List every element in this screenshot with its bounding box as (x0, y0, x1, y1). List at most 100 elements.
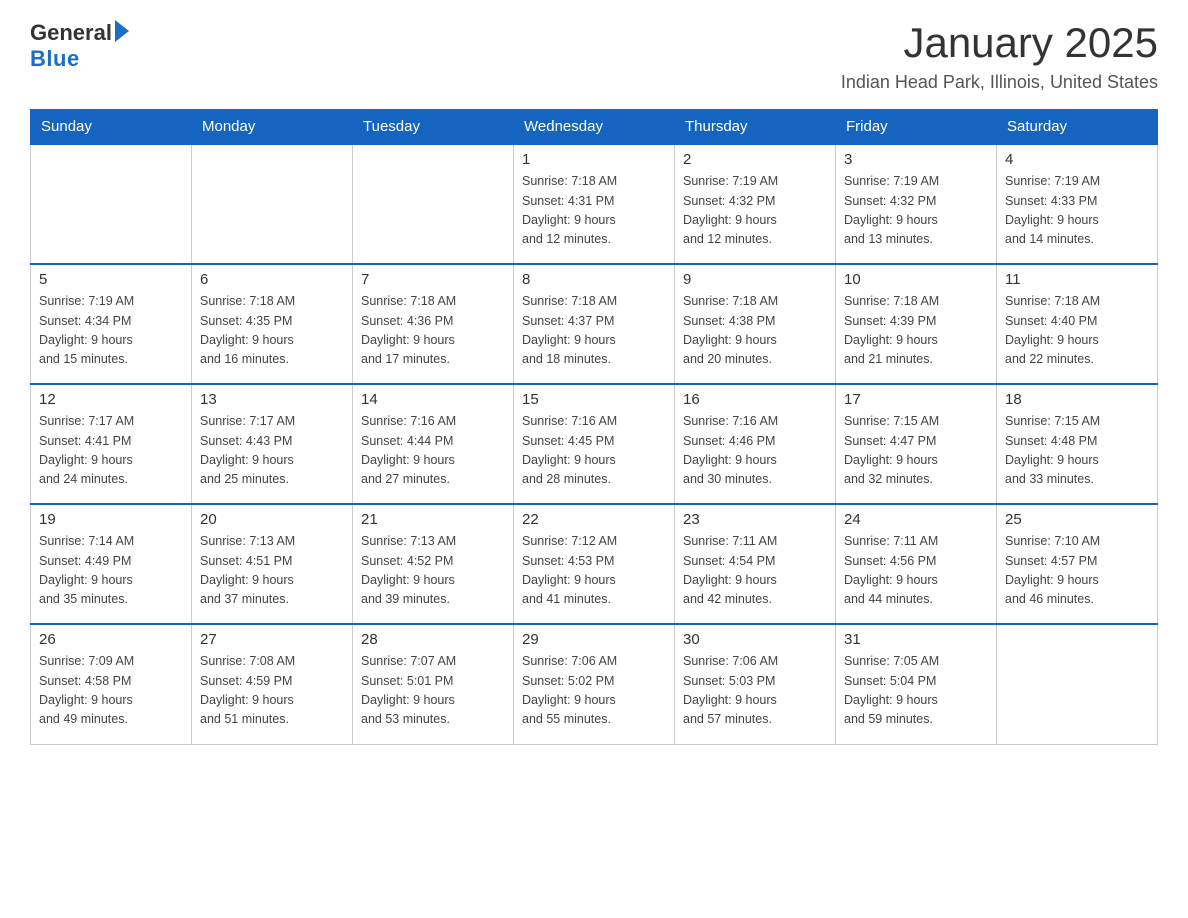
day-info: Sunrise: 7:11 AMSunset: 4:54 PMDaylight:… (683, 532, 827, 610)
day-number: 8 (522, 271, 666, 288)
day-number: 3 (844, 151, 988, 168)
day-info: Sunrise: 7:19 AMSunset: 4:33 PMDaylight:… (1005, 172, 1149, 250)
day-number: 5 (39, 271, 183, 288)
day-number: 28 (361, 631, 505, 648)
calendar-cell: 15 Sunrise: 7:16 AMSunset: 4:45 PMDayligh… (514, 384, 675, 504)
location-title: Indian Head Park, Illinois, United State… (841, 72, 1158, 93)
calendar-header-sunday: Sunday (31, 110, 192, 145)
calendar-header-wednesday: Wednesday (514, 110, 675, 145)
calendar-cell: 29 Sunrise: 7:06 AMSunset: 5:02 PMDayligh… (514, 624, 675, 744)
calendar-cell: 25 Sunrise: 7:10 AMSunset: 4:57 PMDayligh… (997, 504, 1158, 624)
logo-general: General (30, 20, 112, 46)
day-number: 15 (522, 391, 666, 408)
calendar-cell: 13 Sunrise: 7:17 AMSunset: 4:43 PMDayligh… (192, 384, 353, 504)
calendar-cell: 23 Sunrise: 7:11 AMSunset: 4:54 PMDayligh… (675, 504, 836, 624)
day-number: 21 (361, 511, 505, 528)
calendar-week-row: 19 Sunrise: 7:14 AMSunset: 4:49 PMDayligh… (31, 504, 1158, 624)
day-number: 17 (844, 391, 988, 408)
calendar-table: SundayMondayTuesdayWednesdayThursdayFrid… (30, 109, 1158, 745)
day-info: Sunrise: 7:17 AMSunset: 4:43 PMDaylight:… (200, 412, 344, 490)
calendar-cell: 7 Sunrise: 7:18 AMSunset: 4:36 PMDaylight… (353, 264, 514, 384)
page-header: General Blue January 2025 Indian Head Pa… (30, 20, 1158, 93)
calendar-cell (353, 144, 514, 264)
day-info: Sunrise: 7:16 AMSunset: 4:44 PMDaylight:… (361, 412, 505, 490)
day-number: 10 (844, 271, 988, 288)
day-number: 26 (39, 631, 183, 648)
day-number: 24 (844, 511, 988, 528)
calendar-cell: 26 Sunrise: 7:09 AMSunset: 4:58 PMDayligh… (31, 624, 192, 744)
day-info: Sunrise: 7:15 AMSunset: 4:48 PMDaylight:… (1005, 412, 1149, 490)
calendar-cell: 24 Sunrise: 7:11 AMSunset: 4:56 PMDayligh… (836, 504, 997, 624)
day-info: Sunrise: 7:14 AMSunset: 4:49 PMDaylight:… (39, 532, 183, 610)
calendar-header-thursday: Thursday (675, 110, 836, 145)
calendar-header-monday: Monday (192, 110, 353, 145)
calendar-cell: 27 Sunrise: 7:08 AMSunset: 4:59 PMDayligh… (192, 624, 353, 744)
day-info: Sunrise: 7:19 AMSunset: 4:32 PMDaylight:… (844, 172, 988, 250)
calendar-week-row: 12 Sunrise: 7:17 AMSunset: 4:41 PMDayligh… (31, 384, 1158, 504)
day-number: 13 (200, 391, 344, 408)
calendar-cell: 1 Sunrise: 7:18 AMSunset: 4:31 PMDaylight… (514, 144, 675, 264)
logo-blue: Blue (30, 46, 80, 72)
month-title: January 2025 (841, 20, 1158, 66)
calendar-cell: 30Sunrise: 7:06 AMSunset: 5:03 PMDayligh… (675, 624, 836, 744)
calendar-cell: 17 Sunrise: 7:15 AMSunset: 4:47 PMDayligh… (836, 384, 997, 504)
day-number: 2 (683, 151, 827, 168)
calendar-week-row: 26 Sunrise: 7:09 AMSunset: 4:58 PMDayligh… (31, 624, 1158, 744)
calendar-cell: 14 Sunrise: 7:16 AMSunset: 4:44 PMDayligh… (353, 384, 514, 504)
calendar-cell: 2 Sunrise: 7:19 AMSunset: 4:32 PMDaylight… (675, 144, 836, 264)
calendar-header-saturday: Saturday (997, 110, 1158, 145)
day-info: Sunrise: 7:06 AMSunset: 5:03 PMDaylight:… (683, 652, 827, 730)
day-number: 29 (522, 631, 666, 648)
day-info: Sunrise: 7:18 AMSunset: 4:36 PMDaylight:… (361, 292, 505, 370)
day-number: 25 (1005, 511, 1149, 528)
day-number: 19 (39, 511, 183, 528)
logo-triangle-icon (115, 20, 129, 42)
calendar-cell: 4Sunrise: 7:19 AMSunset: 4:33 PMDaylight… (997, 144, 1158, 264)
day-info: Sunrise: 7:17 AMSunset: 4:41 PMDaylight:… (39, 412, 183, 490)
day-info: Sunrise: 7:16 AMSunset: 4:45 PMDaylight:… (522, 412, 666, 490)
day-number: 14 (361, 391, 505, 408)
calendar-cell: 3 Sunrise: 7:19 AMSunset: 4:32 PMDaylight… (836, 144, 997, 264)
day-info: Sunrise: 7:18 AMSunset: 4:35 PMDaylight:… (200, 292, 344, 370)
day-number: 12 (39, 391, 183, 408)
day-info: Sunrise: 7:18 AMSunset: 4:37 PMDaylight:… (522, 292, 666, 370)
calendar-cell: 18 Sunrise: 7:15 AMSunset: 4:48 PMDayligh… (997, 384, 1158, 504)
day-number: 6 (200, 271, 344, 288)
day-number: 27 (200, 631, 344, 648)
calendar-cell: 19 Sunrise: 7:14 AMSunset: 4:49 PMDayligh… (31, 504, 192, 624)
day-info: Sunrise: 7:08 AMSunset: 4:59 PMDaylight:… (200, 652, 344, 730)
logo: General Blue (30, 20, 129, 72)
day-info: Sunrise: 7:16 AMSunset: 4:46 PMDaylight:… (683, 412, 827, 490)
day-info: Sunrise: 7:06 AMSunset: 5:02 PMDaylight:… (522, 652, 666, 730)
day-info: Sunrise: 7:19 AMSunset: 4:32 PMDaylight:… (683, 172, 827, 250)
calendar-cell: 11Sunrise: 7:18 AMSunset: 4:40 PMDayligh… (997, 264, 1158, 384)
calendar-week-row: 1 Sunrise: 7:18 AMSunset: 4:31 PMDaylight… (31, 144, 1158, 264)
calendar-cell: 31 Sunrise: 7:05 AMSunset: 5:04 PMDayligh… (836, 624, 997, 744)
day-info: Sunrise: 7:11 AMSunset: 4:56 PMDaylight:… (844, 532, 988, 610)
day-number: 7 (361, 271, 505, 288)
day-info: Sunrise: 7:18 AMSunset: 4:39 PMDaylight:… (844, 292, 988, 370)
day-info: Sunrise: 7:19 AMSunset: 4:34 PMDaylight:… (39, 292, 183, 370)
calendar-cell: 9 Sunrise: 7:18 AMSunset: 4:38 PMDaylight… (675, 264, 836, 384)
calendar-week-row: 5 Sunrise: 7:19 AMSunset: 4:34 PMDaylight… (31, 264, 1158, 384)
day-info: Sunrise: 7:18 AMSunset: 4:31 PMDaylight:… (522, 172, 666, 250)
day-number: 1 (522, 151, 666, 168)
day-number: 23 (683, 511, 827, 528)
calendar-cell: 10 Sunrise: 7:18 AMSunset: 4:39 PMDayligh… (836, 264, 997, 384)
calendar-header-row: SundayMondayTuesdayWednesdayThursdayFrid… (31, 110, 1158, 145)
calendar-cell: 21Sunrise: 7:13 AMSunset: 4:52 PMDayligh… (353, 504, 514, 624)
day-info: Sunrise: 7:10 AMSunset: 4:57 PMDaylight:… (1005, 532, 1149, 610)
day-number: 9 (683, 271, 827, 288)
day-number: 31 (844, 631, 988, 648)
day-info: Sunrise: 7:05 AMSunset: 5:04 PMDaylight:… (844, 652, 988, 730)
day-number: 18 (1005, 391, 1149, 408)
calendar-cell (31, 144, 192, 264)
day-number: 11 (1005, 271, 1149, 288)
calendar-cell: 28Sunrise: 7:07 AMSunset: 5:01 PMDayligh… (353, 624, 514, 744)
calendar-cell: 8 Sunrise: 7:18 AMSunset: 4:37 PMDaylight… (514, 264, 675, 384)
day-info: Sunrise: 7:09 AMSunset: 4:58 PMDaylight:… (39, 652, 183, 730)
calendar-cell: 20Sunrise: 7:13 AMSunset: 4:51 PMDayligh… (192, 504, 353, 624)
day-number: 22 (522, 511, 666, 528)
day-info: Sunrise: 7:18 AMSunset: 4:38 PMDaylight:… (683, 292, 827, 370)
day-info: Sunrise: 7:15 AMSunset: 4:47 PMDaylight:… (844, 412, 988, 490)
